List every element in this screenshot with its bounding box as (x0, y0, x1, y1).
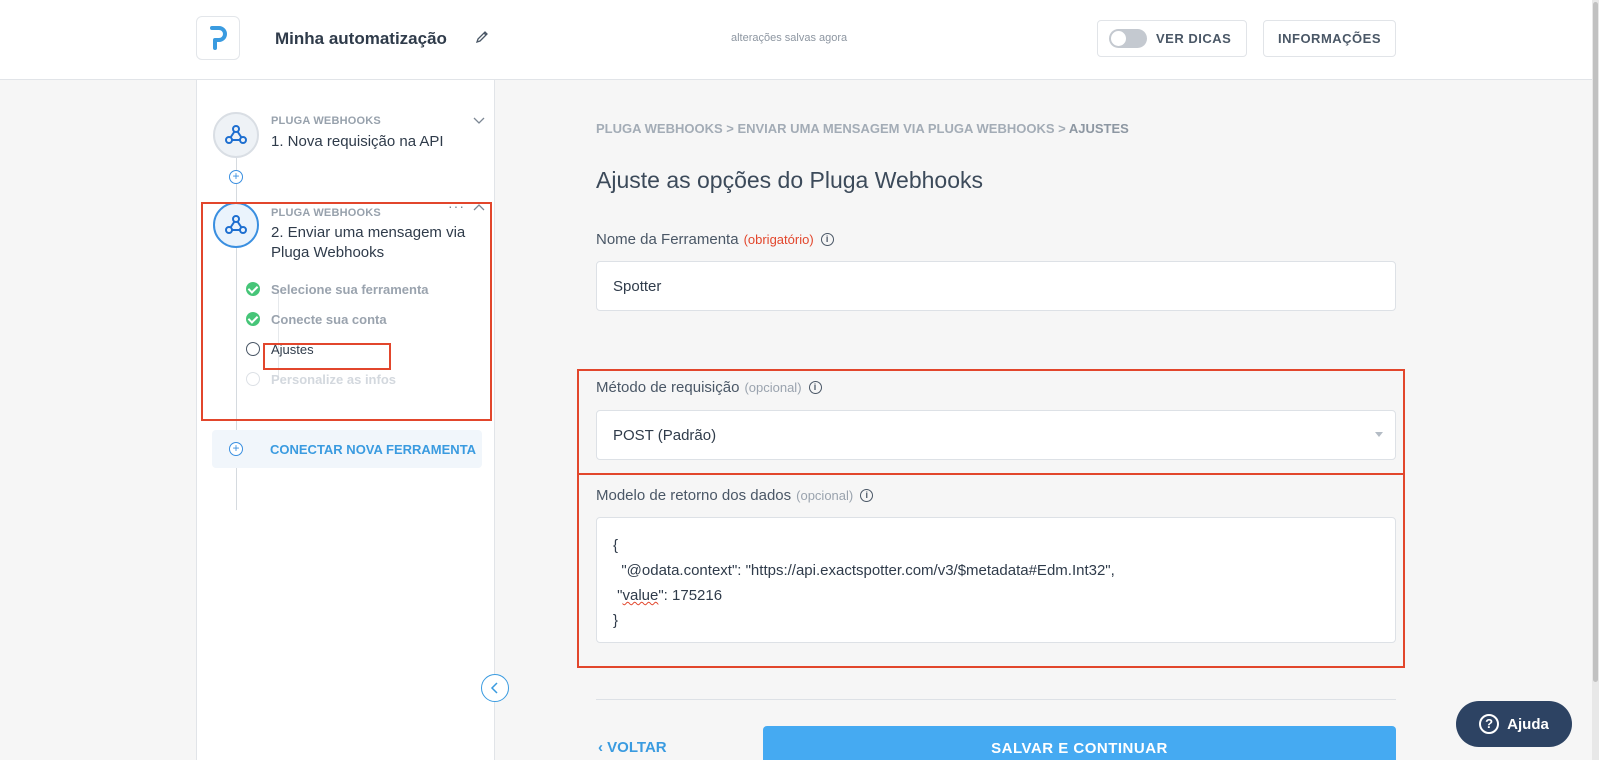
tool-name-field[interactable]: Spotter (596, 261, 1396, 311)
info-icon[interactable]: i (860, 489, 874, 502)
method-value: POST (Padrão) (613, 426, 717, 444)
back-label: VOLTAR (607, 739, 667, 756)
highlight-box-step2 (201, 202, 492, 421)
help-button[interactable]: ? Ajuda (1456, 701, 1572, 747)
toggle-switch[interactable] (1109, 29, 1147, 48)
model-label: Modelo de retorno dos dados (opcional) i (596, 487, 874, 504)
automation-title: Minha automatização (275, 29, 447, 48)
connect-label: CONECTAR NOVA FERRAMENTA (270, 442, 477, 457)
dropdown-arrow-icon (1375, 432, 1383, 437)
question-icon: ? (1479, 714, 1500, 734)
page-title: Ajuste as opções do Pluga Webhooks (596, 167, 983, 193)
back-button[interactable]: ‹ VOLTAR (598, 739, 667, 756)
pluga-logo[interactable] (196, 16, 240, 60)
model-label-text: Modelo de retorno dos dados (596, 487, 792, 504)
model-textarea[interactable]: { "@odata.context": "https://api.exactsp… (596, 517, 1396, 643)
tool-name-label: Nome da Ferramenta (obrigatório) i (596, 231, 834, 248)
tips-label: VER DICAS (1156, 31, 1232, 46)
optional-tag: (opcional) (744, 380, 802, 395)
page-scrollbar[interactable] (1592, 0, 1599, 760)
chevron-left-icon: ‹ (598, 739, 608, 756)
tool-name-label-text: Nome da Ferramenta (596, 231, 739, 248)
collapse-sidebar-button[interactable] (481, 674, 509, 702)
step1-app-name: PLUGA WEBHOOKS (271, 115, 381, 127)
step1-title[interactable]: 1. Nova requisição na API (271, 132, 444, 152)
help-label: Ajuda (1507, 715, 1549, 733)
chevron-left-icon (490, 682, 498, 694)
scrollbar-thumb[interactable] (1593, 2, 1598, 682)
method-label-text: Método de requisição (596, 379, 740, 396)
connect-new-tool-button[interactable]: + CONECTAR NOVA FERRAMENTA (212, 430, 482, 468)
save-status: alterações salvas agora (731, 32, 848, 44)
save-continue-button[interactable]: SALVAR E CONTINUAR (763, 726, 1396, 760)
model-line-4: } (613, 612, 619, 629)
required-tag: (obrigatório) (743, 232, 814, 247)
model-line-3-post: ": 175216 (658, 587, 723, 604)
breadcrumb-path[interactable]: PLUGA WEBHOOKS > ENVIAR UMA MENSAGEM VIA… (596, 121, 1069, 136)
highlight-box-settings (263, 343, 391, 370)
model-line-3-pre: " (613, 587, 623, 604)
plus-icon: + (229, 442, 243, 456)
add-step-icon[interactable]: + (229, 170, 243, 184)
pencil-icon[interactable] (474, 29, 490, 45)
divider (596, 699, 1396, 700)
optional-tag: (opcional) (796, 488, 854, 503)
info-icon[interactable]: i (820, 233, 834, 246)
info-button[interactable]: INFORMAÇÕES (1263, 20, 1396, 57)
webhook-step1-icon[interactable] (213, 112, 259, 158)
tips-toggle-button[interactable]: VER DICAS (1097, 20, 1247, 57)
model-line-3-word: value (622, 587, 659, 604)
breadcrumb: PLUGA WEBHOOKS > ENVIAR UMA MENSAGEM VIA… (596, 121, 1129, 136)
model-line-1: { (613, 537, 619, 554)
method-label: Método de requisição (opcional) i (596, 379, 822, 396)
info-icon[interactable]: i (808, 381, 822, 394)
method-select[interactable]: POST (Padrão) (596, 410, 1396, 460)
breadcrumb-current: AJUSTES (1068, 121, 1129, 136)
chevron-down-icon[interactable] (473, 114, 485, 126)
top-header: Minha automatização alterações salvas ag… (0, 0, 1592, 80)
model-line-2: "@odata.context": "https://api.exactspot… (613, 562, 1115, 579)
